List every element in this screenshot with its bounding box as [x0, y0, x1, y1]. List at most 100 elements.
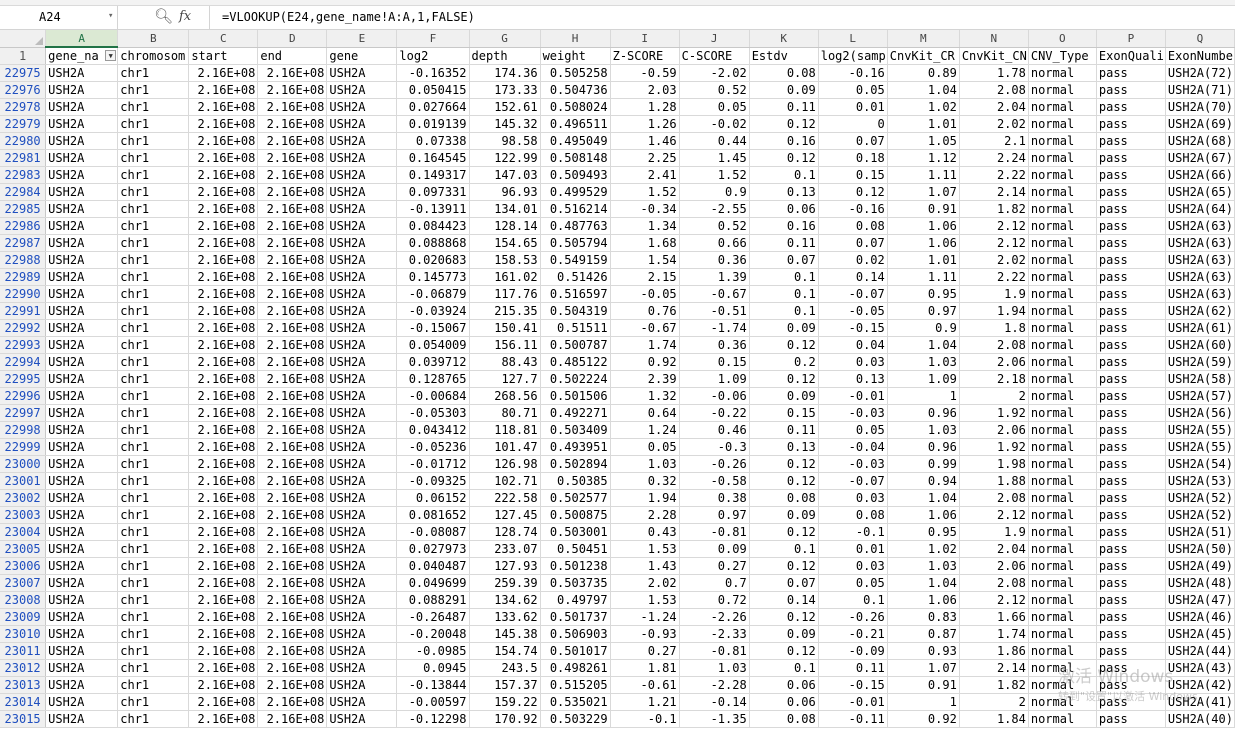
- end-cell[interactable]: 2.16E+08: [257, 132, 328, 150]
- cnvkit-cn-cell[interactable]: 1.78: [959, 64, 1029, 82]
- depth-cell[interactable]: 128.74: [469, 523, 541, 541]
- gene-name-cell[interactable]: USH2A: [45, 455, 119, 473]
- exon-number-cell[interactable]: USH2A(66): [1165, 166, 1235, 184]
- exon-quality-cell[interactable]: pass: [1096, 336, 1166, 354]
- cnvkit-cr-cell[interactable]: 1.07: [887, 183, 960, 201]
- depth-cell[interactable]: 156.11: [469, 336, 541, 354]
- cnvkit-cr-cell[interactable]: 1: [887, 693, 960, 711]
- start-cell[interactable]: 2.16E+08: [188, 608, 259, 626]
- start-cell[interactable]: 2.16E+08: [188, 438, 259, 456]
- depth-cell[interactable]: 96.93: [469, 183, 541, 201]
- row-number[interactable]: 23015: [0, 710, 47, 728]
- start-cell[interactable]: 2.16E+08: [188, 693, 259, 711]
- c-score-cell[interactable]: -0.81: [679, 523, 750, 541]
- estdv-cell[interactable]: 0.08: [749, 489, 819, 507]
- depth-cell[interactable]: 117.76: [469, 285, 541, 303]
- cnvkit-cn-cell[interactable]: 1.92: [959, 404, 1029, 422]
- cnvkit-cr-cell[interactable]: 0.91: [887, 200, 960, 218]
- z-score-cell[interactable]: 0.92: [610, 353, 680, 371]
- z-score-cell[interactable]: 1.43: [610, 557, 680, 575]
- start-cell[interactable]: 2.16E+08: [188, 676, 259, 694]
- weight-cell[interactable]: 0.499529: [540, 183, 611, 201]
- z-score-cell[interactable]: 0.64: [610, 404, 680, 422]
- header-cell[interactable]: gene: [326, 47, 398, 65]
- gene-cell[interactable]: USH2A: [326, 642, 398, 660]
- exon-quality-cell[interactable]: pass: [1096, 234, 1166, 252]
- cnv-type-cell[interactable]: normal: [1028, 234, 1097, 252]
- cnvkit-cn-cell[interactable]: 2.12: [959, 234, 1029, 252]
- log2-cell[interactable]: -0.16352: [396, 64, 470, 82]
- gene-cell[interactable]: USH2A: [326, 200, 398, 218]
- depth-cell[interactable]: 157.37: [469, 676, 541, 694]
- chromosome-cell[interactable]: chr1: [117, 404, 190, 422]
- log2-cell[interactable]: -0.26487: [396, 608, 470, 626]
- z-score-cell[interactable]: 0.76: [610, 302, 680, 320]
- cnvkit-cn-cell[interactable]: 1.8: [959, 319, 1029, 337]
- end-cell[interactable]: 2.16E+08: [257, 472, 328, 490]
- row-number[interactable]: 22999: [0, 438, 47, 456]
- cnv-type-cell[interactable]: normal: [1028, 710, 1097, 728]
- gene-name-cell[interactable]: USH2A: [45, 472, 119, 490]
- depth-cell[interactable]: 122.99: [469, 149, 541, 167]
- depth-cell[interactable]: 243.5: [469, 659, 541, 677]
- column-header[interactable]: C: [188, 30, 259, 48]
- start-cell[interactable]: 2.16E+08: [188, 81, 259, 99]
- depth-cell[interactable]: 259.39: [469, 574, 541, 592]
- row-number[interactable]: 23007: [0, 574, 47, 592]
- weight-cell[interactable]: 0.516597: [540, 285, 611, 303]
- estdv-cell[interactable]: 0.12: [749, 455, 819, 473]
- end-cell[interactable]: 2.16E+08: [257, 336, 328, 354]
- gene-cell[interactable]: USH2A: [326, 302, 398, 320]
- estdv-cell[interactable]: 0.12: [749, 523, 819, 541]
- cnvkit-cn-cell[interactable]: 2.06: [959, 557, 1029, 575]
- end-cell[interactable]: 2.16E+08: [257, 387, 328, 405]
- start-cell[interactable]: 2.16E+08: [188, 234, 259, 252]
- gene-cell[interactable]: USH2A: [326, 98, 398, 116]
- exon-number-cell[interactable]: USH2A(40): [1165, 710, 1235, 728]
- start-cell[interactable]: 2.16E+08: [188, 472, 259, 490]
- column-header[interactable]: A: [45, 30, 119, 48]
- z-score-cell[interactable]: 0.05: [610, 438, 680, 456]
- log2-cell[interactable]: -0.12298: [396, 710, 470, 728]
- row-number[interactable]: 22980: [0, 132, 47, 150]
- start-cell[interactable]: 2.16E+08: [188, 404, 259, 422]
- estdv-cell[interactable]: 0.12: [749, 115, 819, 133]
- start-cell[interactable]: 2.16E+08: [188, 506, 259, 524]
- gene-name-cell[interactable]: USH2A: [45, 200, 119, 218]
- gene-cell[interactable]: USH2A: [326, 523, 398, 541]
- estdv-cell[interactable]: 0.09: [749, 625, 819, 643]
- depth-cell[interactable]: 173.33: [469, 81, 541, 99]
- chromosome-cell[interactable]: chr1: [117, 693, 190, 711]
- depth-cell[interactable]: 98.58: [469, 132, 541, 150]
- estdv-cell[interactable]: 0.08: [749, 710, 819, 728]
- gene-cell[interactable]: USH2A: [326, 676, 398, 694]
- z-score-cell[interactable]: 1.24: [610, 421, 680, 439]
- c-score-cell[interactable]: 0.97: [679, 506, 750, 524]
- cnvkit-cr-cell[interactable]: 1.04: [887, 336, 960, 354]
- chromosome-cell[interactable]: chr1: [117, 217, 190, 235]
- chromosome-cell[interactable]: chr1: [117, 540, 190, 558]
- chromosome-cell[interactable]: chr1: [117, 268, 190, 286]
- cnvkit-cn-cell[interactable]: 2.02: [959, 115, 1029, 133]
- cnv-type-cell[interactable]: normal: [1028, 472, 1097, 490]
- c-score-cell[interactable]: -2.28: [679, 676, 750, 694]
- log2-sample-cell[interactable]: 0.1: [818, 591, 888, 609]
- row-number[interactable]: 23001: [0, 472, 47, 490]
- cnvkit-cr-cell[interactable]: 1.07: [887, 659, 960, 677]
- exon-quality-cell[interactable]: pass: [1096, 574, 1166, 592]
- end-cell[interactable]: 2.16E+08: [257, 81, 328, 99]
- exon-quality-cell[interactable]: pass: [1096, 523, 1166, 541]
- gene-name-cell[interactable]: USH2A: [45, 268, 119, 286]
- cnvkit-cr-cell[interactable]: 0.94: [887, 472, 960, 490]
- estdv-cell[interactable]: 0.06: [749, 676, 819, 694]
- gene-name-cell[interactable]: USH2A: [45, 404, 119, 422]
- estdv-cell[interactable]: 0.1: [749, 659, 819, 677]
- cnvkit-cn-cell[interactable]: 2.12: [959, 217, 1029, 235]
- c-score-cell[interactable]: -1.74: [679, 319, 750, 337]
- gene-name-cell[interactable]: USH2A: [45, 659, 119, 677]
- header-cell[interactable]: gene_na ▼: [45, 47, 119, 65]
- exon-quality-cell[interactable]: pass: [1096, 115, 1166, 133]
- gene-cell[interactable]: USH2A: [326, 166, 398, 184]
- chromosome-cell[interactable]: chr1: [117, 319, 190, 337]
- c-score-cell[interactable]: -0.14: [679, 693, 750, 711]
